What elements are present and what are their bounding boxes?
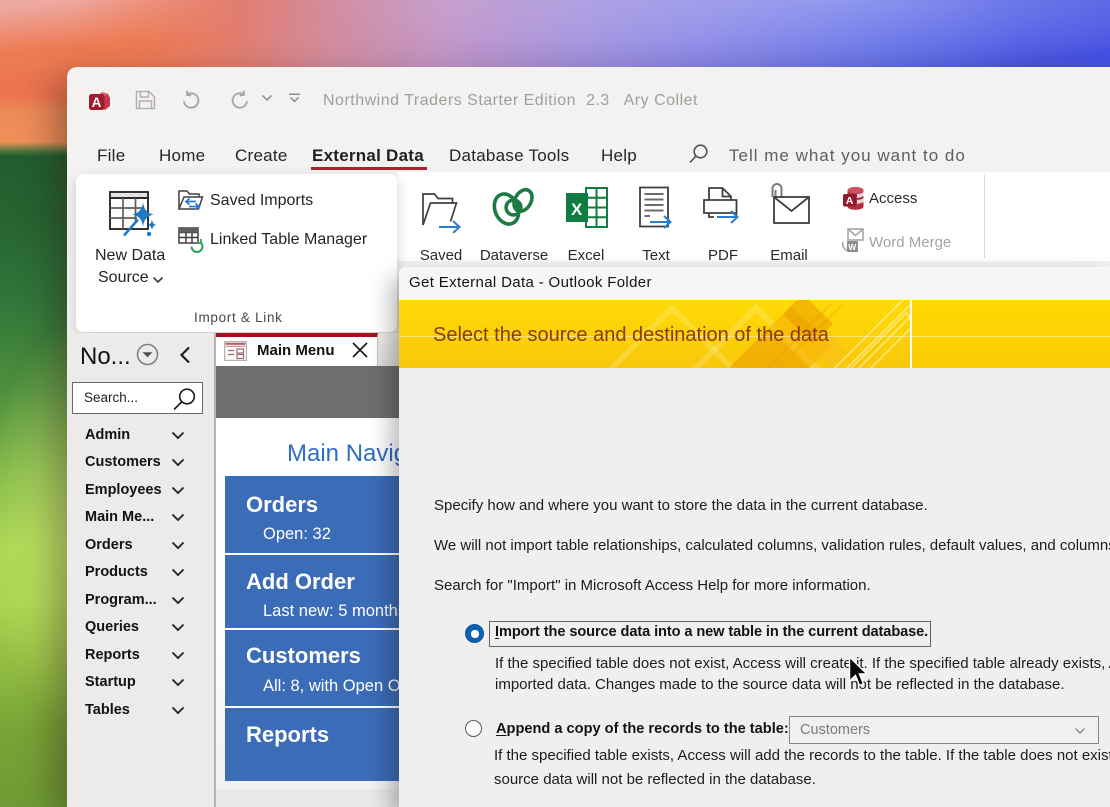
svg-text:X: X <box>571 200 583 219</box>
svg-text:A: A <box>92 95 102 110</box>
svg-text:A: A <box>846 195 854 207</box>
svg-text:W: W <box>848 242 857 252</box>
